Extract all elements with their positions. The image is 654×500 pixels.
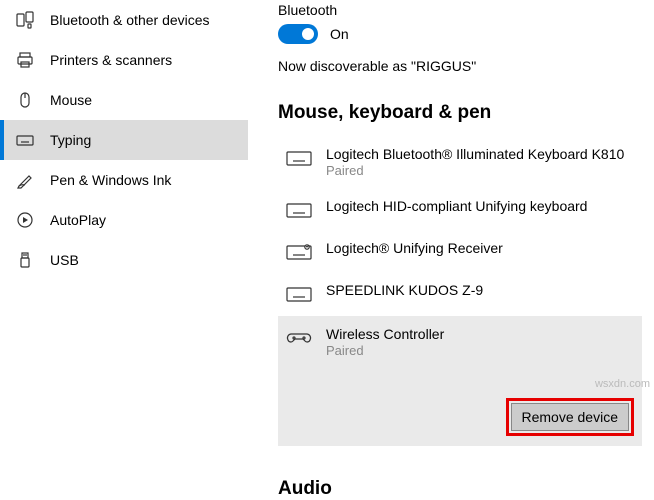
- keyboard-device-icon: [286, 200, 312, 220]
- device-info: SPEEDLINK KUDOS Z-9: [326, 282, 483, 298]
- device-status: Paired: [326, 163, 624, 178]
- autoplay-icon: [16, 211, 34, 229]
- remove-button-highlight: Remove device: [506, 398, 635, 436]
- keyboard-device-icon: [286, 284, 312, 304]
- device-name: Logitech HID-compliant Unifying keyboard: [326, 198, 587, 214]
- gamepad-device-icon: [286, 328, 312, 348]
- device-name: SPEEDLINK KUDOS Z-9: [326, 282, 483, 298]
- device-name: Logitech® Unifying Receiver: [326, 240, 503, 256]
- bluetooth-label: Bluetooth: [278, 2, 642, 18]
- device-info: Wireless Controller Paired: [326, 326, 444, 358]
- toggle-state-label: On: [330, 26, 349, 42]
- usb-icon: [16, 251, 34, 269]
- sidebar-item-printers[interactable]: Printers & scanners: [0, 40, 248, 80]
- device-row[interactable]: Logitech Bluetooth® Illuminated Keyboard…: [278, 136, 642, 188]
- sidebar-item-autoplay[interactable]: AutoPlay: [0, 200, 248, 240]
- device-row[interactable]: Logitech® Unifying Receiver: [278, 230, 642, 272]
- remove-button-wrap: Remove device: [286, 398, 634, 436]
- device-info: Logitech® Unifying Receiver: [326, 240, 503, 256]
- device-status: Paired: [326, 343, 444, 358]
- device-info: Logitech Bluetooth® Illuminated Keyboard…: [326, 146, 624, 178]
- sidebar-item-label: Bluetooth & other devices: [50, 12, 210, 28]
- bluetooth-toggle-row: On: [278, 24, 642, 44]
- receiver-device-icon: [286, 242, 312, 262]
- keyboard-icon: [16, 131, 34, 149]
- mouse-icon: [16, 91, 34, 109]
- sidebar-item-label: Pen & Windows Ink: [50, 172, 171, 188]
- sidebar-item-label: USB: [50, 252, 79, 268]
- sidebar-item-pen[interactable]: Pen & Windows Ink: [0, 160, 248, 200]
- sidebar-item-bluetooth[interactable]: Bluetooth & other devices: [0, 0, 248, 40]
- sidebar-item-usb[interactable]: USB: [0, 240, 248, 280]
- discoverable-text: Now discoverable as "RIGGUS": [278, 58, 642, 74]
- watermark: wsxdn.com: [595, 378, 650, 390]
- audio-section-header: Audio: [278, 478, 642, 500]
- device-name: Wireless Controller: [326, 326, 444, 342]
- sidebar-item-typing[interactable]: Typing: [0, 120, 248, 160]
- main-content: Bluetooth On Now discoverable as "RIGGUS…: [248, 0, 654, 500]
- keyboard-device-icon: [286, 148, 312, 168]
- sidebar-item-label: Mouse: [50, 92, 92, 108]
- pen-icon: [16, 171, 34, 189]
- printer-icon: [16, 51, 34, 69]
- sidebar-item-label: Typing: [50, 132, 91, 148]
- sidebar-item-label: AutoPlay: [50, 212, 106, 228]
- sidebar-item-label: Printers & scanners: [50, 52, 172, 68]
- settings-sidebar: Bluetooth & other devices Printers & sca…: [0, 0, 248, 500]
- device-info: Logitech HID-compliant Unifying keyboard: [326, 198, 587, 214]
- device-name: Logitech Bluetooth® Illuminated Keyboard…: [326, 146, 624, 162]
- bluetooth-devices-icon: [16, 11, 34, 29]
- devices-section-header: Mouse, keyboard & pen: [278, 102, 642, 124]
- device-row[interactable]: SPEEDLINK KUDOS Z-9: [278, 272, 642, 314]
- device-row[interactable]: Logitech HID-compliant Unifying keyboard: [278, 188, 642, 230]
- bluetooth-toggle[interactable]: [278, 24, 318, 44]
- remove-device-button[interactable]: Remove device: [511, 403, 630, 431]
- device-row-selected[interactable]: Wireless Controller Paired Remove device: [278, 316, 642, 446]
- sidebar-item-mouse[interactable]: Mouse: [0, 80, 248, 120]
